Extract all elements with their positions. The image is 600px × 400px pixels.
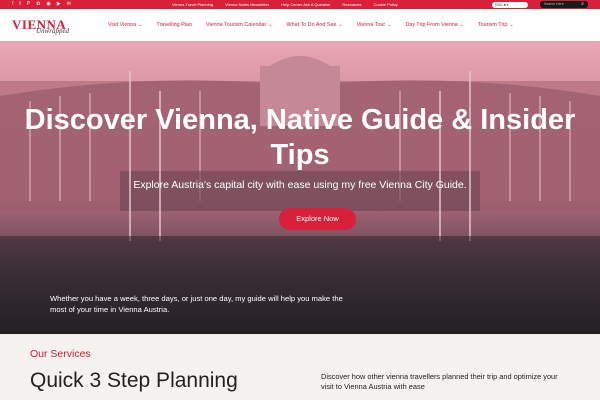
explore-now-button[interactable]: Explore Now: [279, 208, 356, 230]
nav-item-day-trip[interactable]: Day Trip From Vienna ⌄: [405, 22, 464, 28]
nav-menu: Visit Vienna ⌄ Travelling Plan Vienna Tou…: [108, 9, 514, 41]
nav-item-label: Travelling Plan: [156, 22, 192, 28]
nav-item-label: Vienna Tourism Calendar: [205, 22, 267, 28]
utility-link-help-center[interactable]: Help Center Ask A Question: [281, 0, 330, 9]
utility-links: Vienna Travel Planning Vienna Notes News…: [172, 0, 398, 9]
facebook-icon[interactable]: f: [12, 0, 13, 9]
pinterest-icon[interactable]: P: [27, 0, 30, 9]
hero-blurb: Whether you have a week, three days, or …: [50, 294, 343, 314]
main-navigation: VIENNA Unwrapped Visit Vienna ⌄ Travellin…: [0, 9, 600, 41]
site-logo[interactable]: VIENNA Unwrapped: [12, 17, 70, 35]
utility-link-resources[interactable]: Resources: [342, 0, 361, 9]
chevron-down-icon: ⌄: [138, 22, 143, 28]
utility-link-newsletter[interactable]: Vienna Notes Newsletter: [225, 0, 269, 9]
mail-icon[interactable]: ✉: [67, 0, 71, 9]
search-placeholder: Search Here: [544, 2, 564, 6]
services-section: Our Services Quick 3 Step Planning Disco…: [0, 334, 600, 400]
services-kicker: Our Services: [30, 348, 91, 360]
language-label: ENG: [495, 2, 503, 7]
nav-item-what-to-do[interactable]: What To Do And See ⌄: [287, 22, 343, 28]
rss-icon[interactable]: ◉: [46, 0, 50, 9]
hero-section: Discover Vienna, Native Guide & Insider …: [0, 41, 600, 334]
nav-item-label: Tourism Trip: [477, 22, 508, 28]
search-icon[interactable]: ⌕: [581, 1, 584, 8]
nav-item-label: What To Do And See: [286, 22, 337, 28]
top-utility-bar: f t P ✿ ◉ ▶ ✉ Vienna Travel Planning Vie…: [0, 0, 600, 9]
services-description: Discover how other vienna travellers pla…: [321, 372, 558, 391]
hero-heading: Discover Vienna, Native Guide & Insider …: [24, 104, 576, 171]
chevron-down-icon: ▾: [506, 2, 509, 7]
flag-icon: ■: [503, 2, 506, 7]
nav-item-tourism-calendar[interactable]: Vienna Tourism Calendar ⌄: [206, 22, 273, 28]
chevron-down-icon: ⌄: [509, 22, 514, 28]
language-selector[interactable]: ENG ■ ▾: [492, 1, 528, 8]
social-links: f t P ✿ ◉ ▶ ✉: [0, 0, 71, 9]
search-input[interactable]: Search Here ⌕: [540, 1, 588, 8]
hero-subheading: Explore Austria's capital city with ease…: [133, 179, 467, 191]
chevron-down-icon: ⌄: [459, 22, 464, 28]
logo-script: Unwrapped: [36, 27, 70, 35]
nav-item-label: Visit Vienna: [108, 22, 137, 28]
services-title: Quick 3 Step Planning: [30, 369, 238, 392]
twitter-icon[interactable]: t: [19, 0, 20, 9]
chevron-down-icon: ⌄: [268, 22, 273, 28]
youtube-icon[interactable]: ▶: [57, 0, 61, 9]
utility-link-travel-planning[interactable]: Vienna Travel Planning: [172, 0, 213, 9]
flickr-icon[interactable]: ✿: [36, 0, 40, 9]
nav-item-tourism-trip[interactable]: Tourism Trip ⌄: [478, 22, 514, 28]
nav-item-vienna-tour[interactable]: Vienna Tour ⌄: [357, 22, 392, 28]
nav-item-label: Vienna Tour: [356, 22, 386, 28]
chevron-down-icon: ⌄: [338, 22, 343, 28]
nav-item-label: Day Trip From Vienna: [405, 22, 458, 28]
chevron-down-icon: ⌄: [387, 22, 392, 28]
utility-link-cookie-policy[interactable]: Cookie Policy: [374, 0, 398, 9]
nav-item-travelling-plan[interactable]: Travelling Plan: [156, 22, 191, 28]
nav-item-visit-vienna[interactable]: Visit Vienna ⌄: [108, 22, 142, 28]
